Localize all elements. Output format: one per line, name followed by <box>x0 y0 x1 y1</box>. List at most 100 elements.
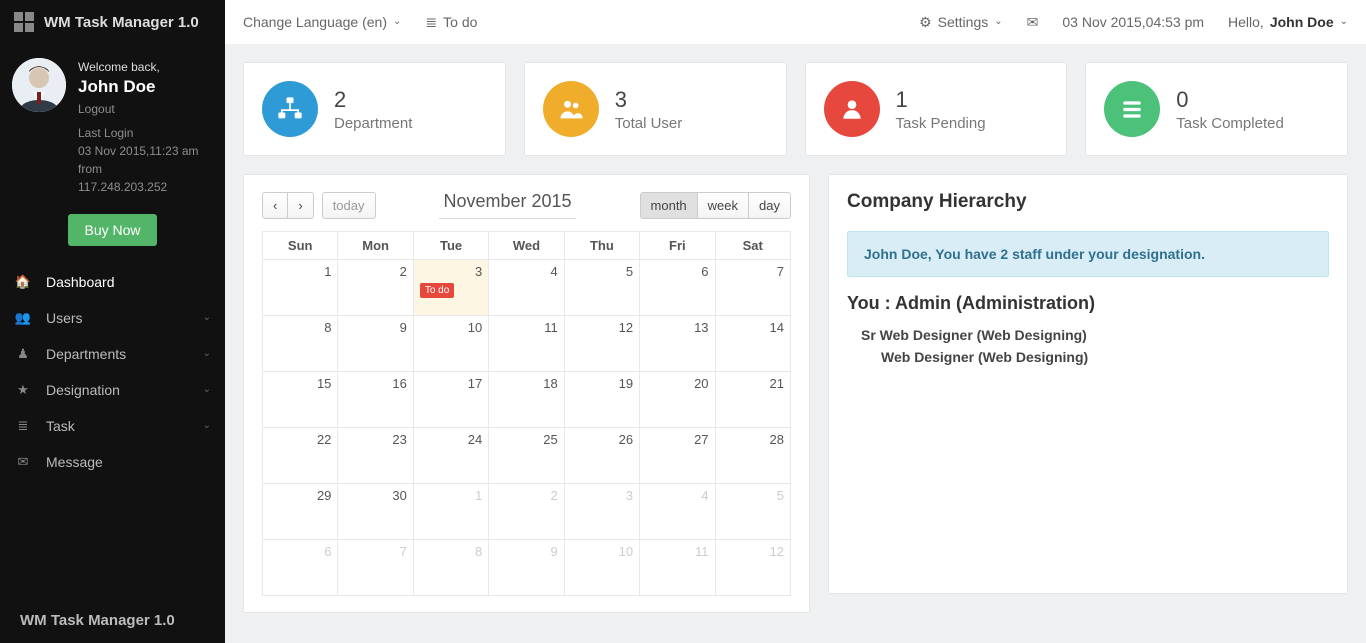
sidebar-nav: 🏠 Dashboard 👥 Users ⌄ ♟ Departments ⌄ ★ … <box>0 264 225 480</box>
nav-users[interactable]: 👥 Users ⌄ <box>0 300 225 336</box>
hierarchy-node[interactable]: Web Designer (Web Designing) <box>847 346 1329 368</box>
calendar-day-cell[interactable]: 9 <box>338 316 413 372</box>
calendar-day-cell[interactable]: 6 <box>263 540 338 596</box>
calendar-day-cell[interactable]: 7 <box>338 540 413 596</box>
calendar-day-cell[interactable]: 18 <box>489 372 564 428</box>
stat-label: Task Completed <box>1176 115 1284 132</box>
calendar-today-button[interactable]: today <box>322 192 376 219</box>
calendar-day-cell[interactable]: 12 <box>564 316 639 372</box>
calendar-day-cell[interactable]: 28 <box>715 428 790 484</box>
calendar-day-cell[interactable]: 6 <box>640 260 715 316</box>
calendar-day-cell[interactable]: 14 <box>715 316 790 372</box>
buy-now-button[interactable]: Buy Now <box>68 214 156 246</box>
calendar-day-cell[interactable]: 7 <box>715 260 790 316</box>
nav-designation-label: Designation <box>46 382 120 398</box>
calendar-day-cell[interactable]: 8 <box>413 540 488 596</box>
calendar-view-day[interactable]: day <box>749 192 791 219</box>
calendar-day-cell[interactable]: 1 <box>413 484 488 540</box>
calendar-day-cell[interactable]: 27 <box>640 428 715 484</box>
calendar-day-cell[interactable]: 29 <box>263 484 338 540</box>
calendar-day-cell[interactable]: 11 <box>489 316 564 372</box>
calendar-day-cell[interactable]: 11 <box>640 540 715 596</box>
nav-dashboard[interactable]: 🏠 Dashboard <box>0 264 225 300</box>
calendar-day-cell[interactable]: 3To do <box>413 260 488 316</box>
footer-brand-text: WM Task Manager 1.0 <box>20 612 175 629</box>
calendar-nav-group: ‹ › <box>262 192 314 219</box>
nav-departments[interactable]: ♟ Departments ⌄ <box>0 336 225 372</box>
chevron-down-icon: ⌄ <box>393 17 401 27</box>
calendar-day-cell[interactable]: 5 <box>715 484 790 540</box>
calendar-day-header: Fri <box>640 232 715 260</box>
gear-icon: ⚙ <box>919 15 932 29</box>
calendar-day-cell[interactable]: 10 <box>564 540 639 596</box>
todo-link[interactable]: ≣ To do <box>425 14 477 30</box>
user-menu[interactable]: Hello, John Doe ⌄ <box>1228 14 1348 30</box>
stat-task-pending[interactable]: 1 Task Pending <box>805 62 1068 156</box>
chevron-right-icon: › <box>298 199 302 212</box>
calendar-event[interactable]: To do <box>420 283 454 298</box>
logout-link[interactable]: Logout <box>78 100 199 118</box>
hierarchy-node[interactable]: Sr Web Designer (Web Designing) <box>847 324 1329 346</box>
nav-message[interactable]: ✉ Message <box>0 444 225 480</box>
language-dropdown[interactable]: Change Language (en) ⌄ <box>243 14 401 30</box>
topbar: Change Language (en) ⌄ ≣ To do ⚙ Setting… <box>225 0 1366 44</box>
calendar-next-button[interactable]: › <box>288 192 313 219</box>
calendar-day-header: Sun <box>263 232 338 260</box>
calendar-day-cell[interactable]: 13 <box>640 316 715 372</box>
calendar-day-cell[interactable]: 19 <box>564 372 639 428</box>
calendar-day-header: Wed <box>489 232 564 260</box>
hello-name: John Doe <box>1270 14 1334 30</box>
calendar-day-cell[interactable]: 5 <box>564 260 639 316</box>
calendar-view-week[interactable]: week <box>698 192 749 219</box>
star-icon: ★ <box>14 383 32 396</box>
user-icon <box>824 81 880 137</box>
hierarchy-title: Company Hierarchy <box>847 191 1329 213</box>
calendar-day-cell[interactable]: 23 <box>338 428 413 484</box>
calendar-day-header: Tue <box>413 232 488 260</box>
calendar-day-cell[interactable]: 26 <box>564 428 639 484</box>
calendar-day-cell[interactable]: 4 <box>489 260 564 316</box>
chevron-down-icon: ⌄ <box>203 313 211 323</box>
stat-value: 2 <box>334 87 412 113</box>
brand[interactable]: WM Task Manager 1.0 <box>0 0 225 44</box>
calendar-view-month[interactable]: month <box>640 192 698 219</box>
calendar-prev-button[interactable]: ‹ <box>262 192 288 219</box>
nav-task[interactable]: ≣ Task ⌄ <box>0 408 225 444</box>
calendar-day-cell[interactable]: 20 <box>640 372 715 428</box>
calendar-day-header: Sat <box>715 232 790 260</box>
calendar-day-cell[interactable]: 2 <box>338 260 413 316</box>
calendar-day-cell[interactable]: 24 <box>413 428 488 484</box>
calendar-day-cell[interactable]: 16 <box>338 372 413 428</box>
stat-total-user[interactable]: 3 Total User <box>524 62 787 156</box>
sidebar-footer-brand[interactable]: WM Task Manager 1.0 <box>0 602 225 643</box>
settings-dropdown[interactable]: ⚙ Settings ⌄ <box>919 14 1003 30</box>
calendar-day-cell[interactable]: 10 <box>413 316 488 372</box>
stat-value: 0 <box>1176 87 1284 113</box>
login-from-ip: 117.248.203.252 <box>78 178 199 196</box>
nav-departments-label: Departments <box>46 346 126 362</box>
sidebar: WM Task Manager 1.0 Welcome back, John D… <box>0 0 225 643</box>
calendar-day-cell[interactable]: 2 <box>489 484 564 540</box>
calendar-day-cell[interactable]: 8 <box>263 316 338 372</box>
calendar-day-cell[interactable]: 17 <box>413 372 488 428</box>
calendar-day-cell[interactable]: 21 <box>715 372 790 428</box>
nav-task-label: Task <box>46 418 75 434</box>
calendar-day-cell[interactable]: 9 <box>489 540 564 596</box>
settings-label: Settings <box>938 14 989 30</box>
list-icon: ≣ <box>14 419 32 432</box>
calendar-day-cell[interactable]: 30 <box>338 484 413 540</box>
calendar-day-cell[interactable]: 15 <box>263 372 338 428</box>
brand-logo-icon <box>12 10 36 34</box>
last-login-label: Last Login <box>78 124 199 142</box>
calendar-day-cell[interactable]: 22 <box>263 428 338 484</box>
calendar-day-cell[interactable]: 1 <box>263 260 338 316</box>
stat-department[interactable]: 2 Department <box>243 62 506 156</box>
messages-icon-button[interactable]: ✉ <box>1027 15 1039 29</box>
calendar-title: November 2015 <box>376 191 640 219</box>
calendar-day-cell[interactable]: 12 <box>715 540 790 596</box>
calendar-day-cell[interactable]: 3 <box>564 484 639 540</box>
calendar-day-cell[interactable]: 25 <box>489 428 564 484</box>
nav-designation[interactable]: ★ Designation ⌄ <box>0 372 225 408</box>
stat-task-completed[interactable]: 0 Task Completed <box>1085 62 1348 156</box>
calendar-day-cell[interactable]: 4 <box>640 484 715 540</box>
